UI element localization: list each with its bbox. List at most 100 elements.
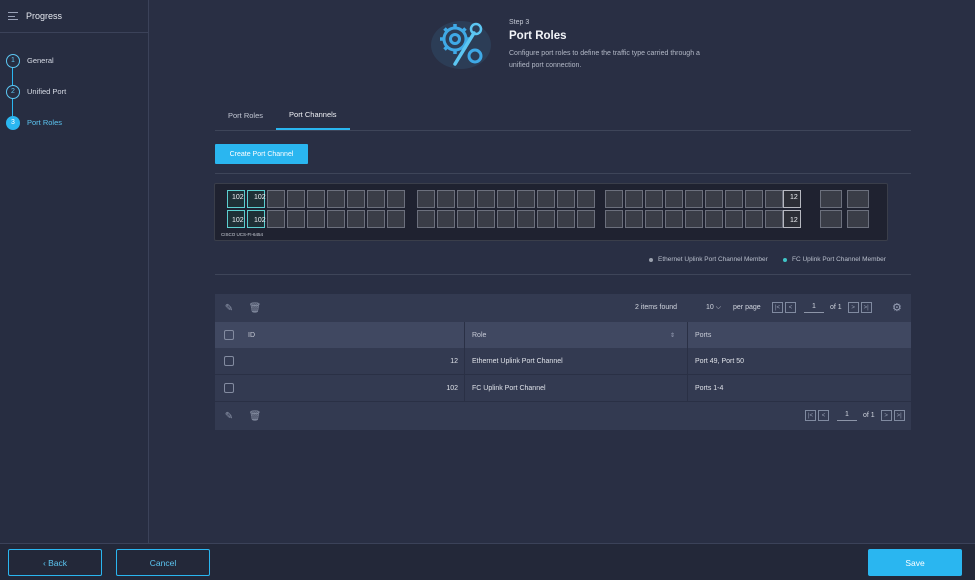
per-page-select[interactable]: 10 ⌵ — [706, 304, 721, 311]
switch-port[interactable] — [820, 190, 842, 208]
tab-port-channels[interactable]: Port Channels — [276, 101, 350, 130]
switch-port[interactable] — [745, 210, 763, 228]
sort-icon[interactable]: ⇕ — [670, 332, 675, 339]
switch-port[interactable] — [557, 210, 575, 228]
switch-port[interactable] — [307, 210, 325, 228]
switch-port[interactable] — [267, 210, 285, 228]
switch-port[interactable] — [327, 210, 345, 228]
table-toolbar: ✎ 🗑 2 items found 10 ⌵ per page |< < 1 o… — [215, 294, 911, 322]
switch-port[interactable] — [477, 190, 495, 208]
switch-port[interactable] — [367, 210, 385, 228]
switch-port[interactable] — [605, 210, 623, 228]
create-port-channel-button[interactable]: Create Port Channel — [215, 144, 308, 164]
prev-page-icon[interactable]: < — [818, 410, 829, 421]
switch-port[interactable] — [765, 190, 783, 208]
back-button[interactable]: ‹ Back — [8, 549, 102, 576]
switch-port[interactable] — [847, 210, 869, 228]
step-label: Port Roles — [27, 118, 63, 127]
delete-icon[interactable]: 🗑 — [249, 410, 262, 422]
select-all-cell — [215, 330, 241, 340]
last-page-icon[interactable]: >| — [860, 302, 872, 313]
switch-port[interactable] — [367, 190, 385, 208]
row-checkbox[interactable] — [224, 383, 234, 393]
page-input[interactable]: 1 — [804, 303, 824, 313]
switch-port[interactable] — [287, 210, 305, 228]
switch-port[interactable] — [847, 190, 869, 208]
page-total: of 1 — [863, 412, 875, 419]
switch-port[interactable] — [705, 210, 723, 228]
switch-port[interactable] — [625, 210, 643, 228]
switch-port[interactable] — [537, 210, 555, 228]
cell-id: 12 — [241, 348, 465, 374]
switch-port[interactable] — [517, 190, 535, 208]
switch-port[interactable] — [645, 210, 663, 228]
column-header-ports[interactable]: Ports — [688, 322, 911, 348]
switch-port[interactable] — [577, 210, 595, 228]
collapse-menu-icon[interactable] — [8, 12, 18, 20]
switch-port[interactable] — [725, 190, 743, 208]
switch-port[interactable] — [267, 190, 285, 208]
switch-port[interactable] — [437, 190, 455, 208]
switch-port[interactable] — [437, 210, 455, 228]
legend-dot-fc — [783, 257, 787, 262]
switch-port[interactable] — [577, 190, 595, 208]
prev-page-icon[interactable]: < — [785, 302, 796, 313]
edit-icon[interactable]: ✎ — [223, 410, 235, 422]
switch-port[interactable] — [765, 210, 783, 228]
switch-port[interactable] — [685, 210, 703, 228]
page-input[interactable]: 1 — [837, 411, 857, 421]
switch-port[interactable] — [387, 210, 405, 228]
pagination-bottom: |< < 1 of 1 > >| — [805, 410, 907, 421]
switch-port[interactable] — [725, 210, 743, 228]
switch-port[interactable] — [685, 190, 703, 208]
save-button[interactable]: Save — [868, 549, 962, 576]
settings-gear-icon[interactable]: ⚙ — [892, 302, 904, 314]
switch-port[interactable] — [645, 190, 663, 208]
switch-port[interactable] — [745, 190, 763, 208]
first-page-icon[interactable]: |< — [805, 410, 816, 421]
switch-port[interactable] — [457, 210, 475, 228]
switch-port[interactable] — [705, 190, 723, 208]
first-page-icon[interactable]: |< — [772, 302, 783, 313]
column-header-role[interactable]: Role ⇕ — [465, 322, 688, 348]
switch-port[interactable] — [387, 190, 405, 208]
switch-port[interactable] — [665, 210, 683, 228]
switch-port[interactable] — [820, 210, 842, 228]
next-page-icon[interactable]: > — [847, 302, 859, 313]
step-general[interactable]: 1 General — [0, 45, 148, 76]
delete-icon[interactable]: 🗑 — [249, 302, 262, 314]
tab-port-roles[interactable]: Port Roles — [215, 101, 276, 130]
switch-port[interactable] — [417, 210, 435, 228]
last-page-icon[interactable]: >| — [893, 410, 905, 421]
switch-port[interactable] — [665, 190, 683, 208]
switch-port[interactable] — [625, 190, 643, 208]
switch-port[interactable] — [537, 190, 555, 208]
eth-port-label: 12 — [790, 194, 798, 201]
column-header-id[interactable]: ID — [241, 322, 465, 348]
row-checkbox[interactable] — [224, 356, 234, 366]
switch-port[interactable] — [477, 210, 495, 228]
switch-port[interactable] — [327, 190, 345, 208]
switch-port[interactable] — [347, 190, 365, 208]
step-list: 1 General 2 Unified Port 3 Port Roles — [0, 45, 148, 138]
switch-port[interactable] — [287, 190, 305, 208]
port-group — [417, 190, 599, 228]
cell-role: FC Uplink Port Channel — [465, 375, 688, 401]
switch-port[interactable] — [307, 190, 325, 208]
cancel-button[interactable]: Cancel — [116, 549, 210, 576]
switch-port[interactable] — [605, 190, 623, 208]
step-unified-port[interactable]: 2 Unified Port — [0, 76, 148, 107]
pagination-top: |< < 1 of 1 > >| — [772, 302, 874, 313]
step-port-roles[interactable]: 3 Port Roles — [0, 107, 148, 138]
sidebar-title: Progress — [26, 11, 63, 21]
switch-port[interactable] — [497, 190, 515, 208]
switch-port[interactable] — [557, 190, 575, 208]
switch-port[interactable] — [497, 210, 515, 228]
switch-port[interactable] — [457, 190, 475, 208]
select-all-checkbox[interactable] — [224, 330, 234, 340]
next-page-icon[interactable]: > — [880, 410, 892, 421]
switch-port[interactable] — [347, 210, 365, 228]
switch-port[interactable] — [517, 210, 535, 228]
edit-icon[interactable]: ✎ — [223, 302, 235, 314]
switch-port[interactable] — [417, 190, 435, 208]
